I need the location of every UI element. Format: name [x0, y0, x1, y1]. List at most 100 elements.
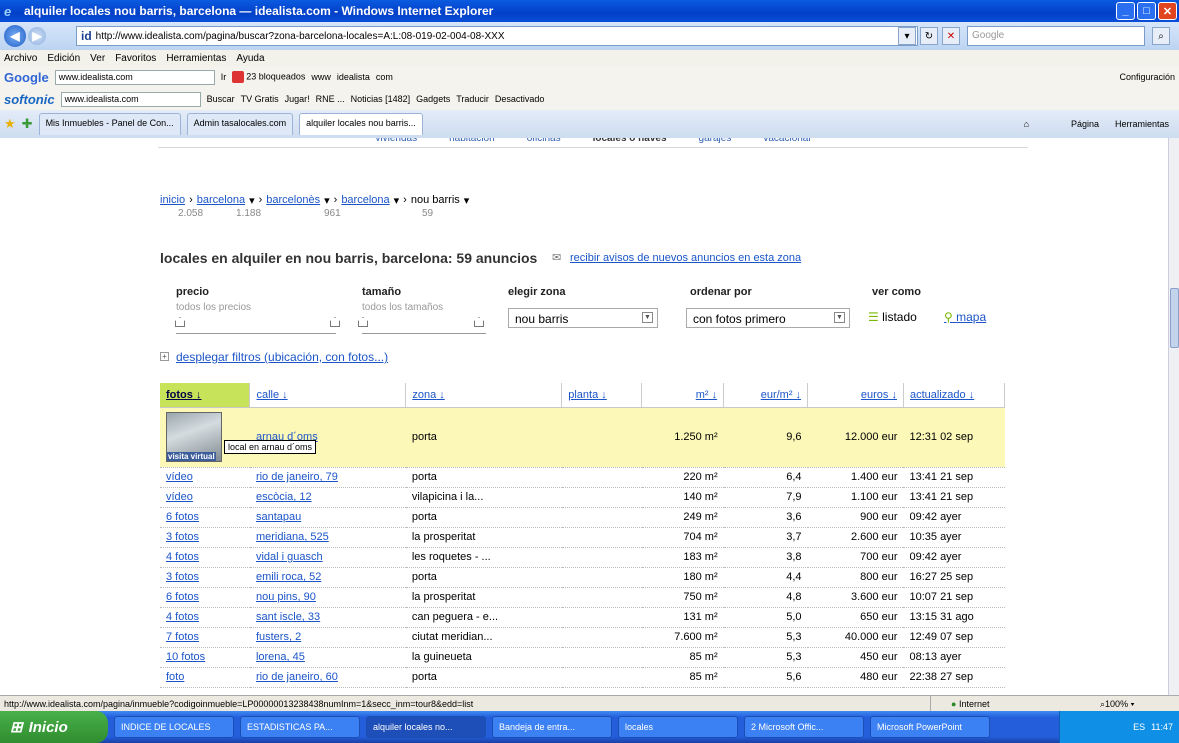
- precio-min-handle[interactable]: [175, 317, 185, 327]
- language-indicator[interactable]: ES: [1133, 722, 1145, 732]
- calle-link[interactable]: nou pins, 90: [256, 591, 316, 603]
- back-button[interactable]: ◀: [4, 25, 26, 47]
- scrollbar-thumb[interactable]: [1170, 288, 1179, 348]
- search-input[interactable]: Google: [967, 26, 1145, 46]
- col-m2[interactable]: m² ↓: [641, 383, 725, 408]
- col-calle[interactable]: calle ↓: [249, 383, 407, 408]
- calle-link[interactable]: vidal i guasch: [256, 551, 323, 563]
- table-row[interactable]: 4 fotos sant iscle, 33 can peguera - e... 1…: [160, 607, 1005, 628]
- task-alquiler[interactable]: alquiler locales no...: [366, 716, 486, 738]
- expand-icon[interactable]: +: [160, 352, 169, 361]
- dropdown-icon[interactable]: ▾: [394, 194, 400, 207]
- add-favorite-icon[interactable]: ✚: [22, 116, 33, 132]
- breadcrumb-barcelona-prov[interactable]: barcelona: [197, 194, 245, 207]
- calle-link[interactable]: rio de janeiro, 79: [256, 471, 338, 483]
- url-dropdown-icon[interactable]: ▾: [898, 27, 916, 45]
- fotos-link[interactable]: 10 fotos: [166, 651, 205, 663]
- calle-link[interactable]: escòcia, 12: [256, 491, 312, 503]
- table-row-highlighted[interactable]: visita virtual arnau d´oms porta 1.250 m…: [160, 407, 1005, 468]
- softonic-jugar[interactable]: Jugar!: [285, 94, 310, 104]
- table-row[interactable]: 3 fotos emili roca, 52 porta 180 m² 4,4 800 e…: [160, 567, 1005, 588]
- fotos-link[interactable]: vídeo: [166, 471, 193, 483]
- table-row[interactable]: 6 fotos santapau porta 249 m² 3,6 900 eur 09:4…: [160, 507, 1005, 528]
- orden-select[interactable]: con fotos primero ▼: [686, 308, 850, 328]
- cell-fotos[interactable]: visita virtual: [160, 407, 250, 468]
- menu-favoritos[interactable]: Favoritos: [115, 53, 156, 64]
- task-locales[interactable]: locales: [618, 716, 738, 738]
- col-euros[interactable]: euros ↓: [807, 383, 904, 408]
- tools-menu[interactable]: Herramientas: [1115, 119, 1169, 129]
- nav-garajes[interactable]: garajes: [699, 138, 732, 147]
- fotos-link[interactable]: foto: [166, 671, 184, 683]
- calle-link[interactable]: sant iscle, 33: [256, 611, 320, 623]
- table-row[interactable]: foto rio de janeiro, 60 porta 85 m² 5,6 480 e…: [160, 667, 1005, 688]
- fotos-link[interactable]: 7 fotos: [166, 631, 199, 643]
- col-fotos[interactable]: fotos ↓: [160, 383, 251, 408]
- google-link-com[interactable]: com: [376, 72, 393, 82]
- page-menu[interactable]: Página: [1071, 119, 1099, 129]
- task-bandeja[interactable]: Bandeja de entra...: [492, 716, 612, 738]
- breadcrumb-barcelona[interactable]: barcelona: [341, 194, 389, 207]
- listado-option[interactable]: ☰ listado: [868, 310, 917, 324]
- softonic-traducir[interactable]: Traducir: [456, 94, 489, 104]
- listing-photo[interactable]: visita virtual: [166, 412, 222, 462]
- col-zona[interactable]: zona ↓: [405, 383, 563, 408]
- zona-select[interactable]: nou barris ▼: [508, 308, 658, 328]
- table-row[interactable]: vídeo escòcia, 12 vilapicina i la... 140 m²…: [160, 487, 1005, 508]
- dropdown-icon[interactable]: ▾: [324, 194, 330, 207]
- tab-admin-tasalocales[interactable]: Admin tasalocales.com: [186, 113, 294, 135]
- tab-alquiler-locales[interactable]: alquiler locales nou barris...: [299, 113, 423, 135]
- refresh-icon[interactable]: ↻: [920, 27, 938, 45]
- tamano-max-handle[interactable]: [474, 317, 484, 327]
- breadcrumb-inicio[interactable]: inicio: [160, 194, 185, 207]
- table-row[interactable]: vídeo rio de janeiro, 79 porta 220 m² 6,4 1.4…: [160, 467, 1005, 488]
- menu-ayuda[interactable]: Ayuda: [236, 53, 264, 64]
- task-powerpoint[interactable]: Microsoft PowerPoint: [870, 716, 990, 738]
- fotos-link[interactable]: 4 fotos: [166, 551, 199, 563]
- fotos-link[interactable]: 6 fotos: [166, 511, 199, 523]
- col-planta[interactable]: planta ↓: [561, 383, 643, 408]
- menu-archivo[interactable]: Archivo: [4, 53, 37, 64]
- softonic-noticias[interactable]: Noticias [1482]: [351, 94, 411, 104]
- start-button[interactable]: ⊞ Inicio: [0, 711, 108, 743]
- home-icon[interactable]: ⌂: [1024, 119, 1029, 129]
- calle-link[interactable]: lorena, 45: [256, 651, 305, 663]
- breadcrumb-barcelones[interactable]: barcelonès: [266, 194, 320, 207]
- softonic-tv[interactable]: TV Gratis: [241, 94, 279, 104]
- favorites-star-icon[interactable]: ★: [4, 116, 16, 132]
- menu-herramientas[interactable]: Herramientas: [166, 53, 226, 64]
- fotos-link[interactable]: 6 fotos: [166, 591, 199, 603]
- menu-ver[interactable]: Ver: [90, 53, 105, 64]
- softonic-buscar[interactable]: Buscar: [207, 94, 235, 104]
- calle-link[interactable]: emili roca, 52: [256, 571, 321, 583]
- table-row[interactable]: 6 fotos nou pins, 90 la prosperitat 750 m² 4…: [160, 587, 1005, 608]
- expand-filters-link[interactable]: desplegar filtros (ubicación, con fotos.…: [176, 350, 388, 364]
- precio-max-handle[interactable]: [330, 317, 340, 327]
- fotos-link[interactable]: vídeo: [166, 491, 193, 503]
- stop-icon[interactable]: ✕: [942, 27, 960, 45]
- dropdown-icon[interactable]: ▾: [464, 194, 470, 207]
- nav-viviendas[interactable]: viviendas: [375, 138, 417, 147]
- calle-link[interactable]: meridiana, 525: [256, 531, 329, 543]
- vertical-scrollbar[interactable]: [1168, 138, 1179, 695]
- tamano-min-handle[interactable]: [358, 317, 368, 327]
- close-button[interactable]: ✕: [1158, 2, 1177, 20]
- calle-link[interactable]: rio de janeiro, 60: [256, 671, 338, 683]
- nav-locales[interactable]: locales o naves: [593, 138, 667, 147]
- calle-link[interactable]: fusters, 2: [256, 631, 301, 643]
- table-row[interactable]: 7 fotos fusters, 2 ciutat meridian... 7.600…: [160, 627, 1005, 648]
- maximize-button[interactable]: □: [1137, 2, 1156, 20]
- url-field[interactable]: id http://www.idealista.com/pagina/busca…: [76, 26, 918, 46]
- col-actualizado[interactable]: actualizado ↓: [903, 383, 1006, 408]
- google-search-input[interactable]: www.idealista.com: [54, 69, 215, 85]
- forward-button[interactable]: ▶: [28, 27, 46, 45]
- fotos-link[interactable]: 3 fotos: [166, 531, 199, 543]
- google-link-www[interactable]: www: [311, 72, 331, 82]
- menu-edicion[interactable]: Edición: [47, 53, 80, 64]
- google-go-button[interactable]: Ir: [221, 72, 227, 82]
- fotos-link[interactable]: 4 fotos: [166, 611, 199, 623]
- google-config-button[interactable]: Configuración: [1119, 72, 1175, 82]
- table-row[interactable]: 10 fotos lorena, 45 la guineueta 85 m² 5,3 45…: [160, 647, 1005, 668]
- nav-vacacional[interactable]: vacacional: [763, 138, 810, 147]
- google-link-idealista[interactable]: idealista: [337, 72, 370, 82]
